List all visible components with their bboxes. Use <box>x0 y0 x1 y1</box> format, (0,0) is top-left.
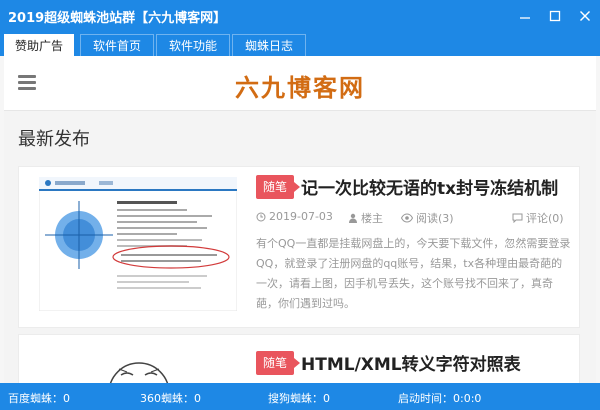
close-button[interactable] <box>570 0 600 32</box>
status-bar: 百度蜘蛛：0 360蜘蛛：0 搜狗蜘蛛：0 启动时间：0:0:0 <box>0 383 600 410</box>
tab-bar: 赞助广告 软件首页 软件功能 蜘蛛日志 <box>0 32 600 56</box>
post-title[interactable]: 记一次比较无语的tx封号冻结机制 <box>301 174 558 199</box>
site-logo[interactable]: 六九博客网 <box>4 68 596 103</box>
post-thumbnail[interactable] <box>39 345 237 383</box>
post-category-badge[interactable]: 随笔 <box>256 351 301 375</box>
window-title: 2019超级蜘蛛池站群【六九博客网】 <box>8 11 227 26</box>
post-excerpt: 有个QQ一直都是挂载网盘上的，今天要下载文件，忽然需要登录QQ，就登录了注册网盘… <box>256 237 571 310</box>
post-category-badge[interactable]: 随笔 <box>256 175 301 199</box>
maximize-icon <box>549 10 561 22</box>
tab-software-home[interactable]: 软件首页 <box>80 34 154 56</box>
comment-icon <box>512 213 523 223</box>
post-author-text: 楼主 <box>361 212 383 225</box>
tab-spider-log[interactable]: 蜘蛛日志 <box>232 34 306 56</box>
minimize-icon <box>520 17 530 19</box>
status-baidu-spiders: 百度蜘蛛：0 <box>8 392 70 405</box>
maximize-button[interactable] <box>540 0 570 32</box>
section-title: 最新发布 <box>18 129 90 150</box>
minimize-button[interactable] <box>510 0 540 32</box>
post-comments[interactable]: 评论(0) <box>512 210 564 226</box>
post-date-text: 2019-07-03 <box>269 210 333 223</box>
site-header: 六九博客网 <box>4 56 596 111</box>
eye-icon <box>401 213 413 223</box>
post-comments-text: 评论(0) <box>526 212 564 225</box>
app-window: 2019超级蜘蛛池站群【六九博客网】 赞助广告 软件首页 软件功能 蜘蛛日志 六… <box>0 0 600 410</box>
status-360-spiders: 360蜘蛛：0 <box>140 392 201 405</box>
user-icon <box>349 213 357 223</box>
post-views: 阅读(3) <box>401 210 454 226</box>
post-card[interactable]: 随笔 记一次比较无语的tx封号冻结机制 2019-07-03 楼主 阅读(3) <box>18 166 580 328</box>
title-bar[interactable]: 2019超级蜘蛛池站群【六九博客网】 <box>0 0 600 32</box>
post-date: 2019-07-03 <box>256 210 333 223</box>
post-thumbnail[interactable] <box>38 176 238 312</box>
status-sogou-spiders: 搜狗蜘蛛：0 <box>268 392 330 405</box>
status-runtime: 启动时间：0:0:0 <box>398 392 482 405</box>
post-author[interactable]: 楼主 <box>348 210 383 226</box>
tab-software-features[interactable]: 软件功能 <box>156 34 230 56</box>
clock-icon <box>256 212 266 221</box>
webview-content: 六九博客网 最新发布 随笔 记一次比较无语的tx封号冻结机制 2019-07-0… <box>4 56 596 383</box>
post-title[interactable]: HTML/XML转义字符对照表 <box>301 350 521 375</box>
post-meta: 2019-07-03 楼主 阅读(3) 评论(0) <box>256 210 576 226</box>
post-card[interactable]: 随笔 HTML/XML转义字符对照表 <box>18 334 580 383</box>
tab-sponsor-ads[interactable]: 赞助广告 <box>4 34 74 56</box>
close-icon <box>580 11 590 21</box>
window-controls <box>510 0 600 32</box>
post-views-text: 阅读(3) <box>416 212 454 225</box>
